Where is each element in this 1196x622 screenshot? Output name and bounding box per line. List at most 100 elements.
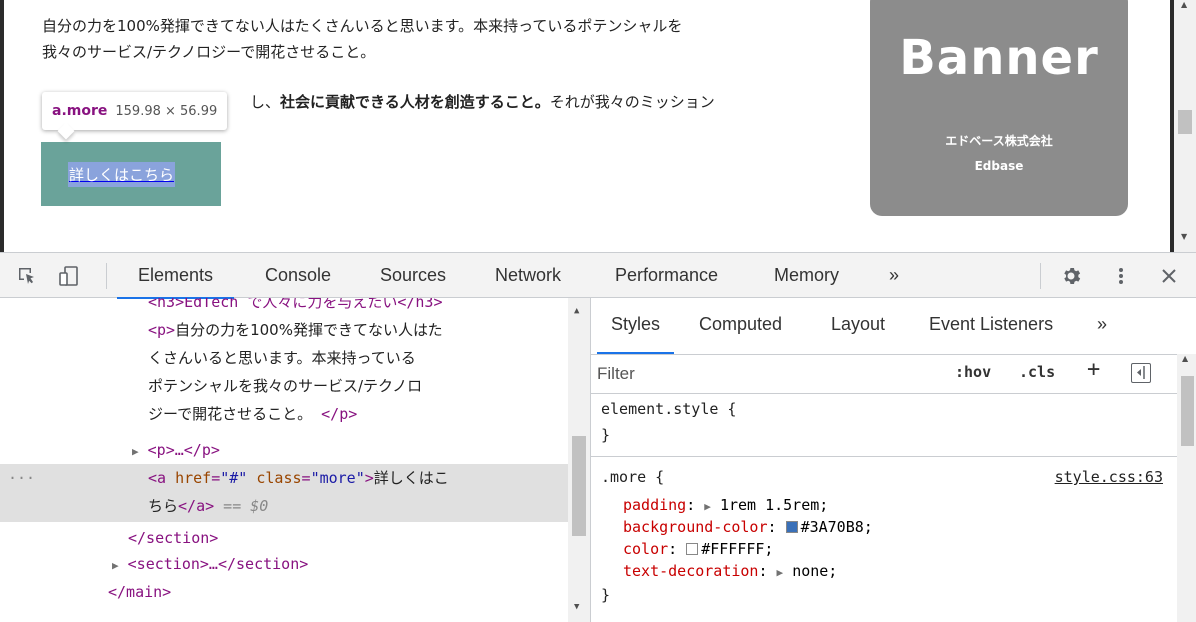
elements-scrollbar[interactable]: ▲ ▼ xyxy=(568,298,590,622)
a-class-attr: class xyxy=(256,469,302,487)
main-close-tag: </main> xyxy=(108,583,172,601)
hov-toggle[interactable]: :hov xyxy=(955,363,991,381)
css-prop-value: none; xyxy=(792,562,838,580)
css-declaration[interactable]: text-decoration: ▶ none; xyxy=(623,560,837,584)
scroll-up-icon[interactable]: ▲ xyxy=(1182,354,1188,363)
tree-node-section-collapsed[interactable]: ▶ <section>…</section> xyxy=(112,552,308,578)
devtools-tab-bar: Elements Console Sources Network Perform… xyxy=(0,252,1196,299)
css-prop-value: #FFFFFF; xyxy=(701,540,774,558)
more-link-button[interactable]: 詳しくはこちら xyxy=(41,142,221,206)
collapsed-p-tag: <p>…</p> xyxy=(147,441,220,459)
color-swatch-icon[interactable] xyxy=(686,543,699,555)
tree-node-section-close[interactable]: </section> xyxy=(128,526,218,550)
p-close-tag: </p> xyxy=(321,405,358,423)
p-text-line-3: ポテンシャルを我々のサービス/テクノロ xyxy=(148,377,423,395)
tooltip-tag: a.more xyxy=(52,103,108,119)
expand-triangle-icon[interactable]: ▶ xyxy=(777,566,784,579)
row-dots-icon[interactable]: ··· xyxy=(8,466,35,490)
styles-scrollbar[interactable]: ▲ xyxy=(1177,354,1196,622)
tab-elements[interactable]: Elements xyxy=(116,253,235,299)
css-declaration[interactable]: padding: ▶ 1rem 1.5rem; xyxy=(623,494,828,518)
css-declaration[interactable]: background-color: #3A70B8; xyxy=(623,516,873,538)
page-viewport: 自分の力を100%発揮できてない人はたくさんいると思います。本来持っているポテン… xyxy=(0,0,1196,252)
new-rule-plus-icon[interactable]: + xyxy=(1087,357,1100,382)
styles-scrollbar-thumb[interactable] xyxy=(1181,376,1194,446)
close-icon[interactable] xyxy=(1156,263,1182,289)
paragraph2-post: それが我々のミッション xyxy=(549,93,715,111)
tab-event-listeners[interactable]: Event Listeners xyxy=(929,298,1053,350)
scroll-down-icon[interactable]: ▼ xyxy=(1181,232,1187,241)
more-rule-selector[interactable]: .more { xyxy=(601,466,664,488)
more-subtabs-icon[interactable]: » xyxy=(1097,298,1107,350)
tab-layout[interactable]: Layout xyxy=(831,298,885,350)
tree-node-a-line2: ちら</a> == $0 xyxy=(148,494,268,518)
more-options-icon[interactable] xyxy=(1108,263,1134,289)
tree-node-p-collapsed[interactable]: ▶ <p>…</p> xyxy=(132,438,220,464)
elements-scrollbar-thumb[interactable] xyxy=(572,436,586,536)
tooltip-size: 159.98 × 56.99 xyxy=(115,103,218,119)
css-prop-name: padding xyxy=(623,496,687,514)
banner-company: エドベース株式会社 xyxy=(945,134,1053,148)
scroll-up-icon[interactable]: ▲ xyxy=(574,306,579,316)
element-style-close-brace: } xyxy=(601,426,611,444)
page-scrollbar[interactable]: ▲ ▼ xyxy=(1174,0,1196,252)
tab-memory[interactable]: Memory xyxy=(774,253,839,298)
viewport-left-border xyxy=(0,0,4,252)
tab-styles[interactable]: Styles xyxy=(596,298,675,354)
element-style-selector[interactable]: element.style { xyxy=(601,398,736,420)
a-text-2: ちら xyxy=(148,497,179,515)
expand-triangle-icon[interactable]: ▶ xyxy=(704,500,711,513)
h3-node-text: <h3>EdTech で人々に力を与えたい</h3> xyxy=(148,298,443,311)
devtools-panel: Elements Console Sources Network Perform… xyxy=(0,252,1196,622)
tab-performance[interactable]: Performance xyxy=(615,253,718,298)
a-open-tag: <a xyxy=(148,469,176,487)
cls-toggle[interactable]: .cls xyxy=(1019,363,1055,381)
styles-filter-input[interactable] xyxy=(597,359,927,389)
tab-computed[interactable]: Computed xyxy=(699,298,782,350)
tab-separator xyxy=(106,263,107,289)
device-toolbar-icon[interactable] xyxy=(56,263,82,289)
more-tabs-icon[interactable]: » xyxy=(889,253,899,298)
p-text-line-4: ジーで開花させること。 </p> xyxy=(148,402,357,426)
color-swatch-icon[interactable] xyxy=(785,521,798,533)
expand-triangle-icon[interactable]: ▶ xyxy=(132,445,139,458)
inspect-tooltip: a.more 159.98 × 56.99 xyxy=(42,92,228,130)
a-href-attr: href xyxy=(175,469,212,487)
banner-image[interactable]: Banner エドベース株式会社 Edbase xyxy=(870,0,1128,216)
a-text-1: 詳しくはこ xyxy=(373,469,449,487)
tree-node-p[interactable]: <p>自分の力を100%発揮できてない人はた xyxy=(148,318,443,342)
section-collapsed-tag: <section>…</section> xyxy=(127,555,309,573)
tab-console[interactable]: Console xyxy=(265,253,331,298)
page-scrollbar-thumb[interactable] xyxy=(1178,110,1192,134)
tree-node-main-close[interactable]: </main> xyxy=(108,580,171,604)
inspect-element-icon[interactable] xyxy=(14,263,40,289)
a-href-val: "#" xyxy=(220,469,248,487)
banner-subtitle: Edbase xyxy=(974,159,1024,173)
toggle-sidebar-icon[interactable] xyxy=(1131,363,1151,383)
css-prop-name: color xyxy=(623,540,669,558)
section-close-tag: </section> xyxy=(128,529,219,547)
css-prop-name: background-color xyxy=(623,518,768,536)
p-open-tag: <p> xyxy=(148,321,176,339)
css-declaration[interactable]: color: #FFFFFF; xyxy=(623,538,773,560)
scroll-down-icon[interactable]: ▼ xyxy=(574,602,579,612)
settings-gear-icon[interactable] xyxy=(1058,263,1084,289)
tab-sources[interactable]: Sources xyxy=(380,253,446,298)
p-text-line-2: くさんいると思います。本来持っている xyxy=(148,349,416,367)
more-link-text: 詳しくはこちら xyxy=(68,161,176,187)
scroll-up-icon[interactable]: ▲ xyxy=(1181,0,1187,9)
paragraph-line-1: 自分の力を100%発揮できてない人はたくさんいると思います。本来持っているポテン… xyxy=(42,17,683,35)
css-prop-name: text-decoration xyxy=(623,562,759,580)
more-rule-close-brace: } xyxy=(601,586,611,604)
expand-triangle-icon[interactable]: ▶ xyxy=(112,559,119,572)
tab-network[interactable]: Network xyxy=(495,253,561,298)
paragraph2-pre: し、 xyxy=(250,93,281,111)
styles-filter-bar: :hov .cls + xyxy=(591,354,1177,394)
css-rules: element.style { } .more { style.css:63 p… xyxy=(591,394,1177,622)
a-class-val: "more" xyxy=(310,469,365,487)
tree-node-h3[interactable]: <h3>EdTech で人々に力を与えたい</h3> xyxy=(148,298,443,314)
rule-source-link[interactable]: style.css:63 xyxy=(1055,466,1163,488)
banner-title: Banner xyxy=(899,30,1099,86)
tree-node-a-selected[interactable]: <a href="#" class="more">詳しくはこ xyxy=(148,466,449,490)
selected-marker: == $0 xyxy=(223,497,269,515)
